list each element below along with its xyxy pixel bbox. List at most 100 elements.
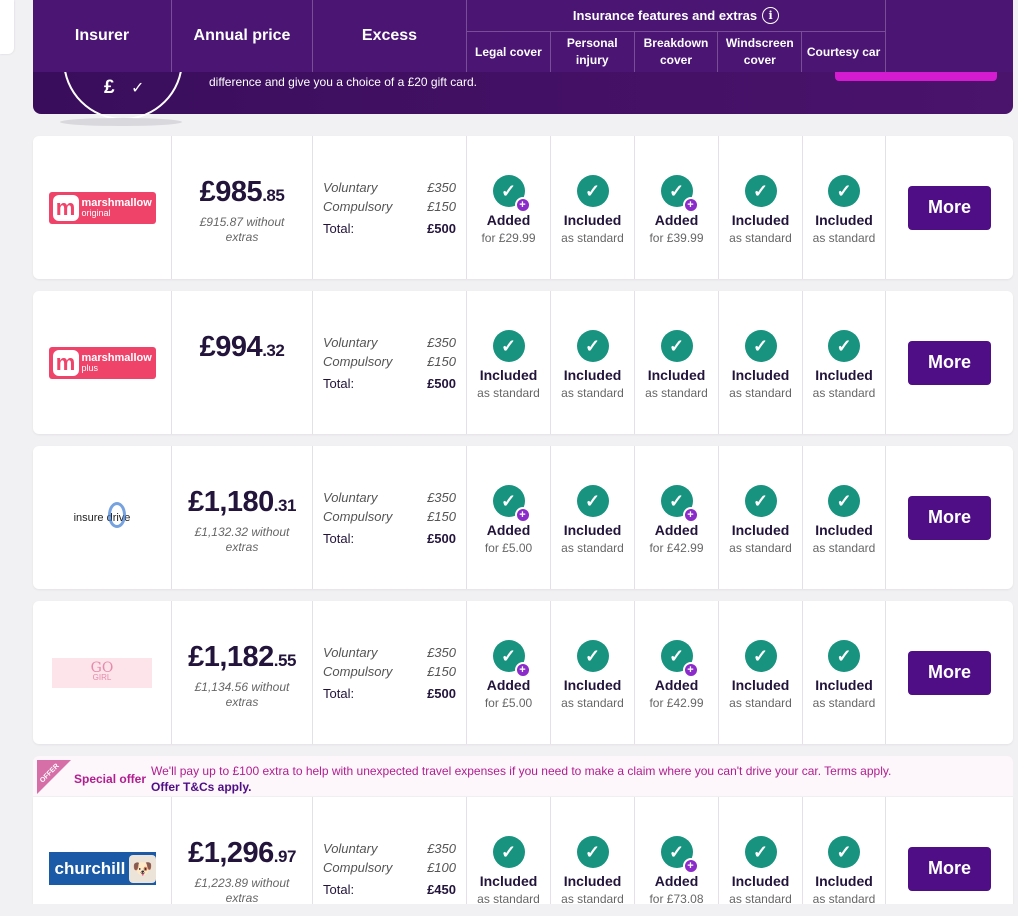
offer-terms-link[interactable]: Offer T&Cs apply. (151, 780, 251, 794)
feature-status: Included (731, 212, 790, 228)
feature-status: Included (731, 873, 790, 889)
insurer-logo-cell: m marshmallow original (33, 136, 172, 279)
price-pounds: £1,182 (188, 641, 274, 673)
check-circle-icon: ✓ (744, 330, 777, 362)
header-insurer: Insurer (33, 0, 172, 72)
quote-row: m marshmallow original £985.85 £915.87 w… (33, 136, 1013, 279)
check-circle-icon: ✓ + (660, 485, 699, 523)
header-feature-breakdown-cover: Breakdown cover (635, 32, 719, 72)
logo-sub: plus (81, 362, 99, 373)
annual-price: £1,180.31 (172, 486, 312, 519)
quote-row: GO GIRL £1,182.55 £1,134.56 without extr… (33, 601, 1013, 744)
feature-status: Included (815, 873, 873, 889)
feature-windscreen-cover: ✓ Included as standard (719, 797, 803, 916)
plus-icon: + (514, 197, 531, 213)
go-girl-logo: GO GIRL (52, 657, 152, 688)
check-circle-icon: ✓ + (660, 836, 699, 874)
marshmallow-m-icon: m (52, 349, 79, 376)
feature-windscreen-cover: ✓ Included as standard (719, 291, 803, 434)
excess-voluntary-label: Voluntary (323, 490, 378, 505)
bulldog-icon: 🐶 (129, 854, 156, 883)
check-circle-icon: ✓ (828, 836, 860, 868)
logo-brand: churchill (54, 858, 126, 878)
feature-status: Included (479, 873, 538, 889)
feature-breakdown-cover: ✓ Included as standard (635, 291, 719, 434)
logo-brand: GO (90, 659, 114, 676)
insurer-logo-cell: insure drive (33, 446, 172, 589)
feature-status: Included (563, 677, 622, 693)
logo-brand: marshmallow (81, 351, 152, 364)
feature-status: Included (815, 522, 873, 538)
feature-detail: as standard (645, 386, 708, 400)
check-circle-icon: ✓ (576, 836, 609, 868)
check-circle-icon: ✓ (828, 640, 860, 672)
feature-detail: for £42.99 (649, 696, 704, 710)
check-circle-icon: ✓ (744, 175, 777, 207)
price-pounds: £985 (199, 176, 263, 208)
excess-voluntary-value: £350 (427, 490, 456, 505)
excess-compulsory-value: £100 (427, 860, 456, 875)
feature-status: Included (563, 522, 622, 538)
feature-status: Added (654, 522, 699, 538)
more-cell: More (886, 797, 1013, 916)
logo-sub: GIRL (92, 672, 112, 682)
plus-icon: + (682, 858, 699, 874)
check-circle-icon: ✓ (744, 836, 777, 868)
annual-price: £1,182.55 (172, 641, 312, 674)
feature-legal-cover: ✓ Included as standard (467, 291, 551, 434)
quote-row: churchill 🐶 £1,296.97 £1,223.89 without … (33, 797, 1013, 916)
feature-windscreen-cover: ✓ Included as standard (719, 601, 803, 744)
header-feature-personal-injury: Personal injury (551, 32, 635, 72)
check-circle-icon: ✓ (828, 485, 860, 517)
feature-detail: as standard (729, 696, 792, 710)
check-circle-icon: ✓ + (492, 640, 531, 678)
excess-voluntary-value: £350 (427, 841, 456, 856)
insure-drive-logo: insure drive (74, 501, 130, 528)
more-button[interactable]: More (908, 650, 991, 695)
more-button[interactable]: More (908, 340, 991, 385)
excess-total-value: £500 (427, 531, 456, 546)
check-circle-icon: ✓ (576, 640, 609, 672)
excess-voluntary-value: £350 (427, 335, 456, 350)
promo-banner-text: difference and give you a choice of a £2… (209, 75, 477, 89)
feature-status: Added (654, 212, 699, 228)
excess-voluntary-label: Voluntary (323, 841, 378, 856)
price-pence: .97 (273, 847, 297, 866)
feature-status: Included (731, 522, 790, 538)
excess-total-value: £500 (427, 686, 456, 701)
more-button[interactable]: More (908, 495, 991, 540)
excess-total-value: £500 (427, 221, 456, 236)
price-without-extras: £1,132.32 without extras (194, 525, 290, 554)
excess-cell: Voluntary £350 Compulsory £150 Total: £500 (313, 446, 467, 589)
header-feature-windscreen-cover: Windscreen cover (718, 32, 803, 72)
side-panel-stub (0, 0, 14, 54)
check-circle-icon: ✓ (744, 640, 777, 672)
header-annual-price[interactable]: Annual price (172, 0, 313, 72)
feature-detail: as standard (561, 696, 624, 710)
excess-cell: Voluntary £350 Compulsory £100 Total: £450 (313, 797, 467, 916)
more-button[interactable]: More (908, 185, 991, 230)
header-feature-courtesy-car: Courtesy car (806, 44, 881, 59)
more-button[interactable]: More (908, 846, 991, 891)
excess-total-label: Total: (323, 882, 355, 897)
price-cell: £985.85 £915.87 without extras (172, 136, 313, 279)
info-icon[interactable]: i (762, 7, 780, 24)
special-offer-banner: OFFER Special offer We'll pay up to £100… (33, 756, 1013, 796)
feature-detail: as standard (729, 231, 792, 245)
excess-total-label: Total: (323, 376, 355, 391)
feature-detail: as standard (729, 386, 792, 400)
feature-courtesy-car: ✓ Included as standard (803, 446, 886, 589)
feature-detail: as standard (561, 386, 624, 400)
plus-icon: + (514, 662, 531, 678)
feature-status: Included (815, 367, 873, 383)
quote-row: insure drive £1,180.31 £1,132.32 without… (33, 446, 1013, 589)
check-circle-icon: ✓ (660, 330, 693, 362)
check-circle-icon: ✓ (744, 485, 777, 517)
feature-detail: as standard (729, 541, 792, 555)
check-icon: ✓ (131, 80, 145, 97)
excess-voluntary-value: £350 (427, 180, 456, 195)
feature-legal-cover: ✓ Included as standard (467, 797, 551, 916)
excess-voluntary-label: Voluntary (323, 645, 378, 660)
feature-status: Included (731, 677, 790, 693)
feature-status: Added (654, 677, 699, 693)
